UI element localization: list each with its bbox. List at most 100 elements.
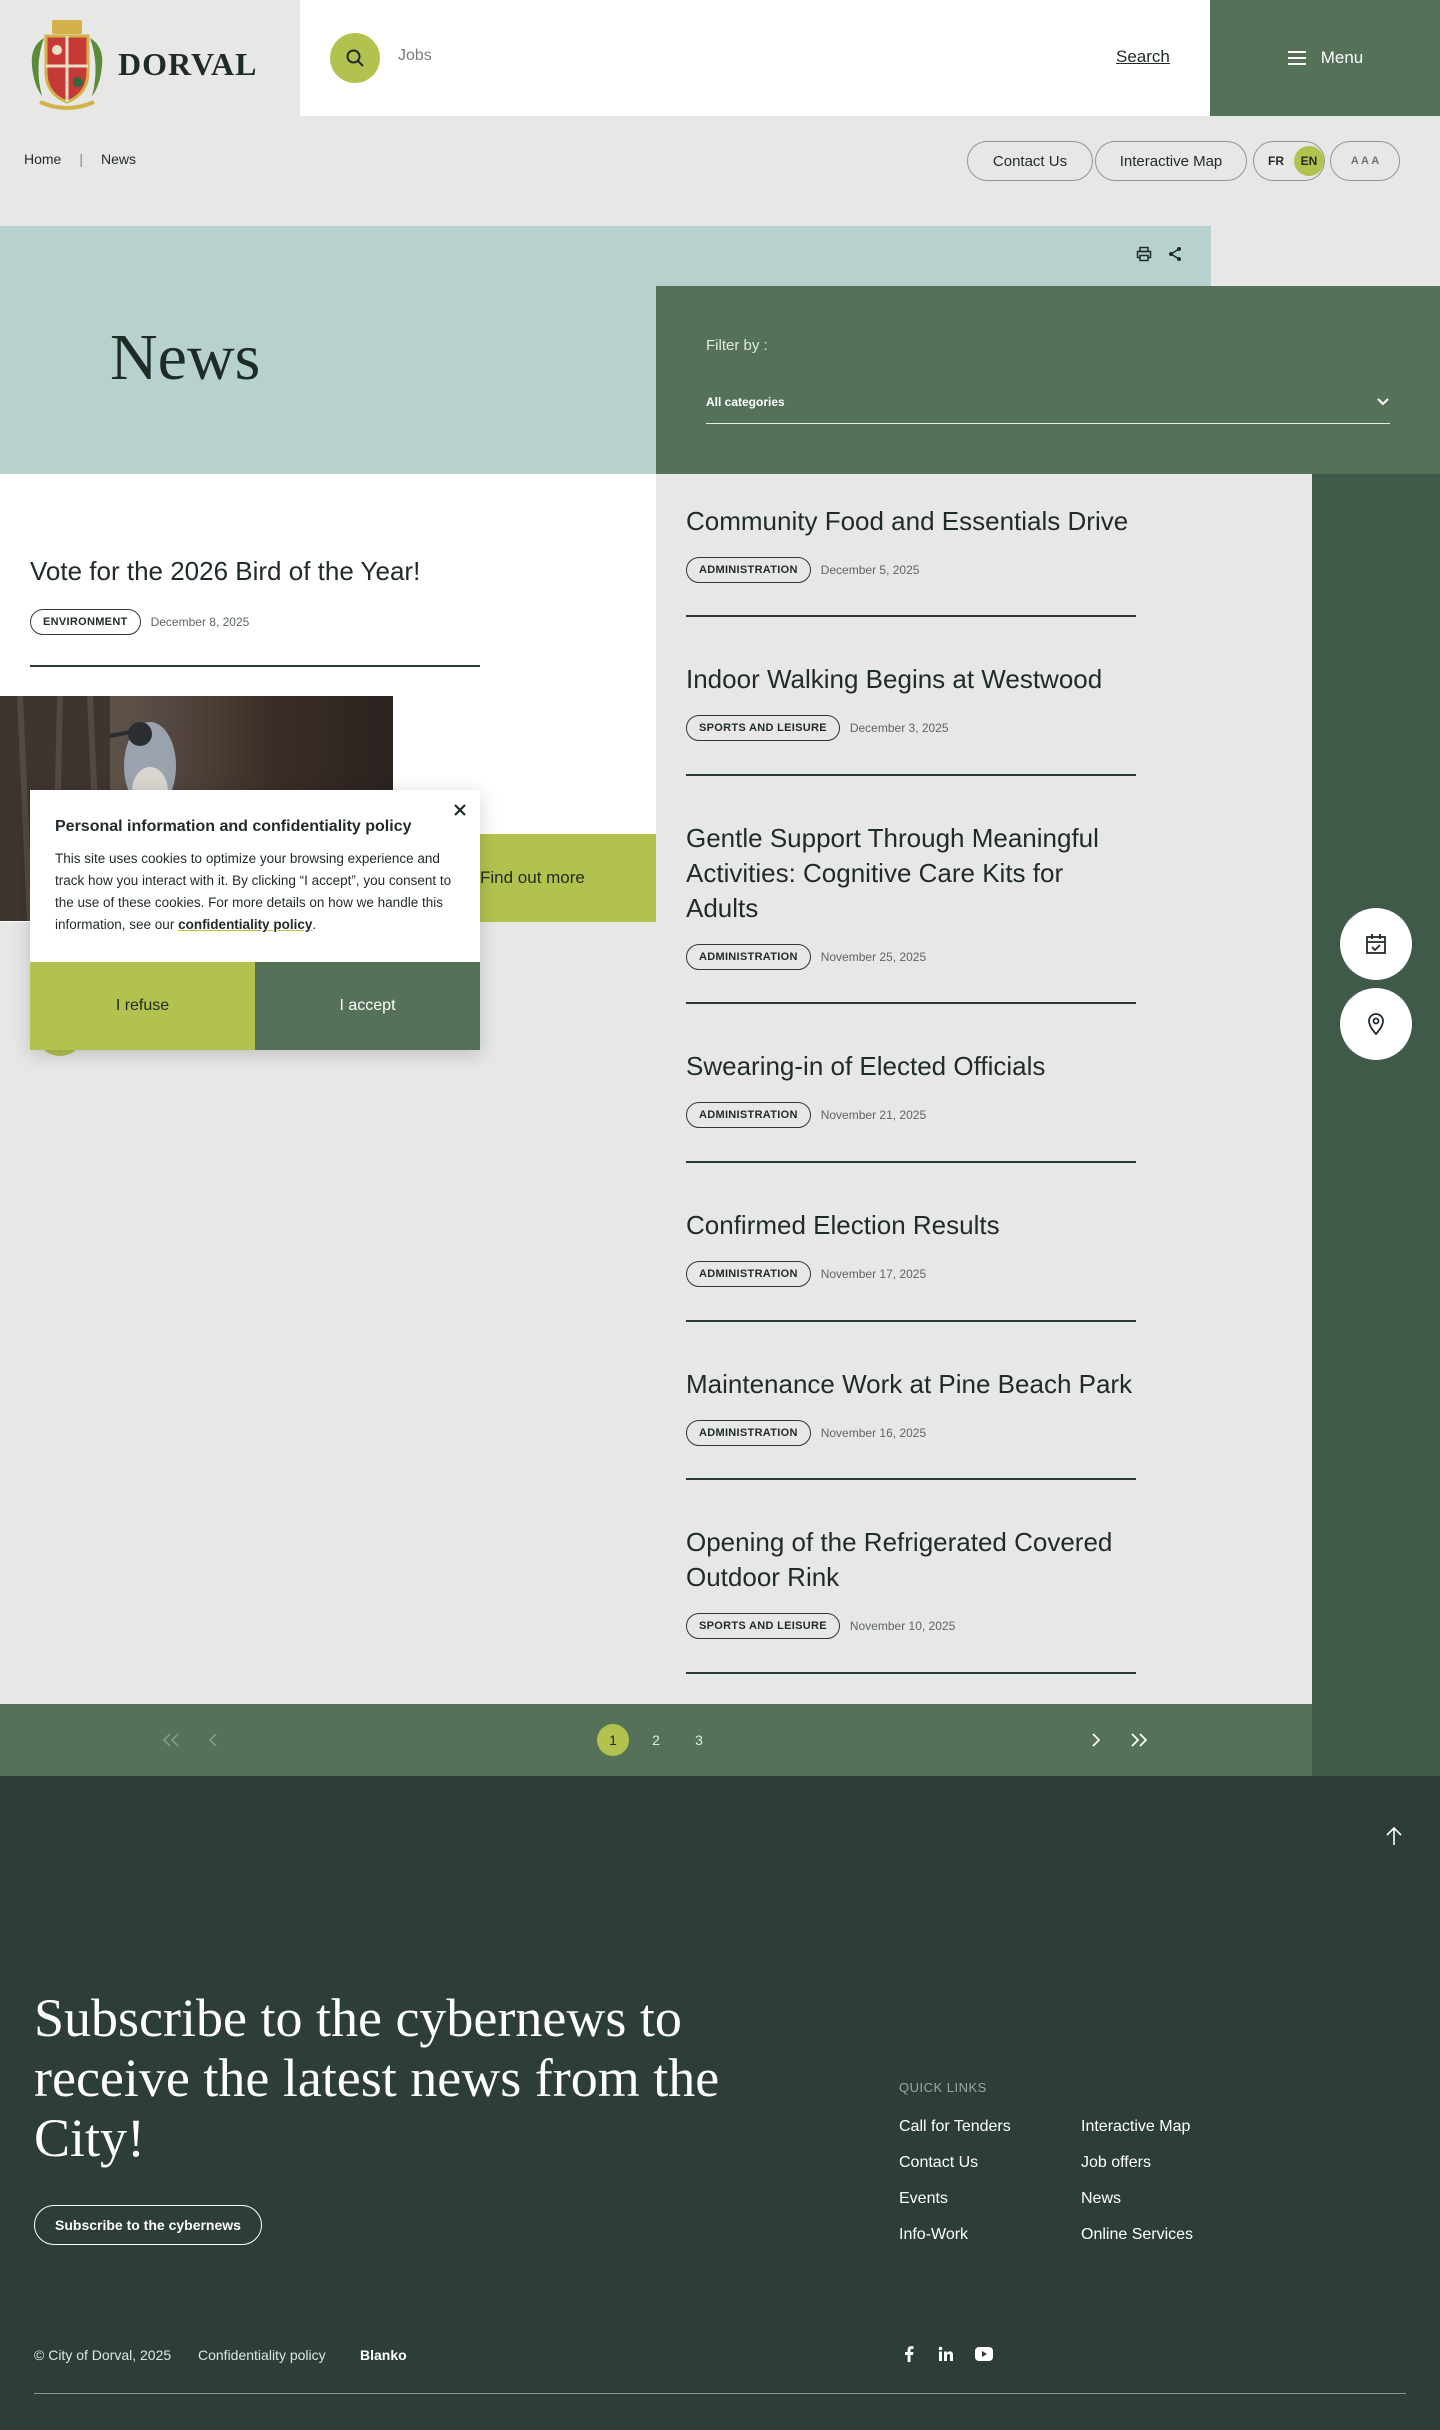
page-tools-bar [656, 226, 1211, 286]
print-icon[interactable] [1136, 246, 1152, 262]
news-title[interactable]: Community Food and Essentials Drive [686, 504, 1136, 539]
breadcrumb-home[interactable]: Home [24, 151, 61, 167]
youtube-icon[interactable] [975, 2347, 993, 2361]
agency-credit-link[interactable]: Blanko [360, 2347, 407, 2363]
list-item[interactable]: Swearing-in of Elected Officials ADMINIS… [686, 1049, 1136, 1128]
filter-selected-value: All categories [706, 394, 785, 409]
lang-fr-option[interactable]: FR [1258, 154, 1294, 168]
font-size-toggle[interactable]: A A A [1330, 141, 1400, 181]
list-item[interactable]: Indoor Walking Begins at Westwood SPORTS… [686, 662, 1136, 741]
article-date: November 21, 2025 [820, 1108, 927, 1122]
accept-cookies-button[interactable]: I accept [255, 962, 480, 1050]
article-date: November 16, 2025 [820, 1426, 927, 1440]
hero-banner [0, 226, 656, 474]
divider [686, 1002, 1136, 1004]
news-title[interactable]: Indoor Walking Begins at Westwood [686, 662, 1136, 697]
article-date: November 17, 2025 [820, 1267, 927, 1281]
filter-label: Filter by : [706, 337, 768, 354]
category-tag: SPORTS AND LEISURE [686, 1613, 840, 1639]
page-1-button[interactable]: 1 [597, 1724, 629, 1756]
quick-link[interactable]: Job offers [1081, 2154, 1151, 2172]
list-item[interactable]: Gentle Support Through Meaningful Activi… [686, 821, 1136, 970]
facebook-icon[interactable] [904, 2346, 914, 2362]
divider [686, 1478, 1136, 1480]
list-item[interactable]: Confirmed Election Results ADMINISTRATIO… [686, 1208, 1136, 1287]
quick-link[interactable]: News [1081, 2190, 1121, 2208]
hamburger-icon [1287, 50, 1307, 66]
featured-article-title[interactable]: Vote for the 2026 Bird of the Year! [30, 556, 420, 587]
next-page-icon[interactable] [1091, 1732, 1101, 1748]
find-out-more-button[interactable]: Find out more [472, 834, 656, 922]
page-2-button[interactable]: 2 [640, 1724, 672, 1756]
divider [686, 774, 1136, 776]
news-title[interactable]: Swearing-in of Elected Officials [686, 1049, 1136, 1084]
interactive-map-button[interactable]: Interactive Map [1095, 141, 1247, 181]
news-meta: ADMINISTRATION December 5, 2025 [686, 557, 1136, 583]
refuse-cookies-button[interactable]: I refuse [30, 962, 255, 1050]
first-page-icon[interactable] [162, 1732, 180, 1748]
search-icon [345, 48, 365, 68]
news-title[interactable]: Opening of the Refrigerated Covered Outd… [686, 1525, 1136, 1595]
calendar-icon [1365, 933, 1387, 955]
logo-text[interactable]: DORVAL [118, 46, 257, 83]
quick-link[interactable]: Interactive Map [1081, 2118, 1190, 2136]
quick-link[interactable]: Contact Us [899, 2154, 978, 2172]
category-tag: ADMINISTRATION [686, 1261, 811, 1287]
right-rail [1312, 474, 1440, 1776]
back-to-top-button[interactable] [1385, 1826, 1403, 1846]
linkedin-icon[interactable] [938, 2346, 954, 2362]
map-location-button[interactable] [1340, 988, 1412, 1060]
list-item[interactable]: Opening of the Refrigerated Covered Outd… [686, 1525, 1136, 1639]
confidentiality-policy-link[interactable]: confidentiality policy [178, 917, 312, 932]
list-item[interactable]: Community Food and Essentials Drive ADMI… [686, 504, 1136, 583]
divider [686, 1672, 1136, 1674]
category-filter-select[interactable]: All categories [706, 380, 1390, 424]
category-tag: ADMINISTRATION [686, 944, 811, 970]
quick-link[interactable]: Online Services [1081, 2226, 1193, 2244]
news-meta: ADMINISTRATION November 21, 2025 [686, 1102, 1136, 1128]
category-tag: ADMINISTRATION [686, 557, 811, 583]
subscribe-heading: Subscribe to the cybernews to receive th… [34, 1988, 720, 2168]
city-crest-logo[interactable] [24, 16, 110, 114]
close-icon[interactable] [450, 800, 470, 820]
page-3-button[interactable]: 3 [683, 1724, 715, 1756]
breadcrumb-current[interactable]: News [101, 151, 136, 167]
news-meta: ADMINISTRATION November 17, 2025 [686, 1261, 1136, 1287]
news-title[interactable]: Gentle Support Through Meaningful Activi… [686, 821, 1136, 926]
quick-link[interactable]: Info-Work [899, 2226, 968, 2244]
search-submit-link[interactable]: Search [1116, 47, 1170, 67]
lang-en-option[interactable]: EN [1294, 146, 1324, 176]
last-page-icon[interactable] [1130, 1732, 1148, 1748]
news-meta: ADMINISTRATION November 25, 2025 [686, 944, 1136, 970]
category-tag: ADMINISTRATION [686, 1420, 811, 1446]
prev-page-icon[interactable] [208, 1732, 218, 1748]
page-title: News [110, 321, 261, 394]
quick-links-heading: QUICK LINKS [899, 2080, 987, 2095]
quick-link[interactable]: Call for Tenders [899, 2118, 1011, 2136]
breadcrumb: Home | News [24, 151, 136, 167]
language-switcher: FR EN [1253, 141, 1325, 181]
privacy-policy-link[interactable]: Confidentiality policy [198, 2347, 326, 2363]
article-date: December 8, 2025 [150, 615, 250, 629]
contact-us-button[interactable]: Contact Us [967, 141, 1093, 181]
news-meta: SPORTS AND LEISURE December 3, 2025 [686, 715, 1136, 741]
article-date: December 3, 2025 [849, 721, 949, 735]
menu-button[interactable]: Menu [1210, 0, 1440, 116]
footer-divider [34, 2393, 1406, 2394]
cookie-dialog-text: This site uses cookies to optimize your … [55, 848, 455, 936]
events-calendar-button[interactable] [1340, 908, 1412, 980]
category-tag: ENVIRONMENT [30, 609, 141, 635]
share-icon[interactable] [1167, 246, 1183, 262]
news-title[interactable]: Confirmed Election Results [686, 1208, 1136, 1243]
article-date: December 5, 2025 [820, 563, 920, 577]
search-button[interactable] [330, 33, 380, 83]
subscribe-button[interactable]: Subscribe to the cybernews [34, 2205, 262, 2245]
news-title[interactable]: Maintenance Work at Pine Beach Park [686, 1367, 1136, 1402]
list-item[interactable]: Maintenance Work at Pine Beach Park ADMI… [686, 1367, 1136, 1446]
search-input[interactable]: Jobs [398, 47, 432, 65]
cookie-dialog-title: Personal information and confidentiality… [55, 818, 412, 835]
featured-article-meta: ENVIRONMENT December 8, 2025 [30, 609, 249, 635]
category-tag: ADMINISTRATION [686, 1102, 811, 1128]
map-pin-icon [1367, 1013, 1385, 1035]
quick-link[interactable]: Events [899, 2190, 948, 2208]
